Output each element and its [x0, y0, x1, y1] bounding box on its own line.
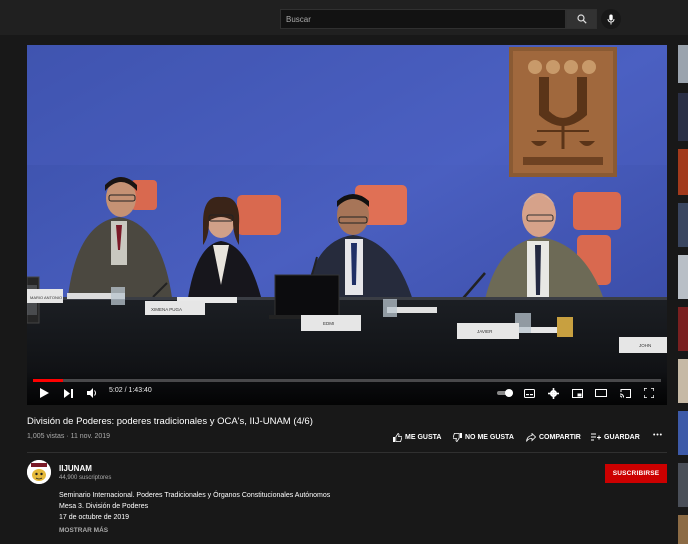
voice-search-button[interactable] — [601, 9, 621, 29]
video-frame: MARIO ANTONIO XIMENA PUGA EDMI JAVIER JO… — [27, 45, 667, 405]
recommendation-thumbnail[interactable] — [678, 411, 688, 455]
autoplay-toggle[interactable] — [495, 386, 515, 400]
volume-icon — [86, 388, 96, 398]
recommendation-thumbnail[interactable] — [678, 149, 688, 195]
fullscreen-icon — [644, 388, 654, 398]
description-line: Seminario Internacional. Poderes Tradici… — [59, 492, 331, 499]
video-title: División de Poderes: poderes tradicional… — [27, 416, 313, 427]
search-button[interactable] — [566, 9, 597, 29]
like-button[interactable]: ME GUSTA — [393, 433, 441, 442]
subscribe-button[interactable]: SUSCRIBIRSE — [605, 464, 667, 483]
nameplate-3: EDMI — [323, 321, 334, 326]
thumbs-down-icon — [453, 433, 462, 442]
laptop — [269, 274, 345, 319]
next-icon — [63, 388, 73, 398]
recommendations-strip[interactable] — [678, 45, 688, 544]
nameplate-4: JAVIER — [477, 329, 493, 334]
recommendation-thumbnail[interactable] — [678, 255, 688, 299]
emblem-logo — [509, 47, 617, 177]
show-more-button[interactable]: MOSTRAR MÁS — [59, 527, 108, 534]
share-button[interactable]: COMPARTIR — [526, 433, 581, 442]
share-icon — [526, 433, 536, 442]
miniplayer-icon — [571, 388, 583, 398]
channel-name[interactable]: IIJUNAM — [59, 464, 92, 473]
divider — [27, 452, 667, 453]
fullscreen-button[interactable] — [642, 386, 656, 400]
search-box[interactable] — [280, 9, 566, 29]
recommendation-thumbnail[interactable] — [678, 515, 688, 544]
channel-logo-icon — [27, 460, 51, 484]
recommendation-thumbnail[interactable] — [678, 203, 688, 247]
share-label: COMPARTIR — [539, 434, 581, 441]
theater-mode-icon — [595, 389, 607, 397]
cast-icon — [619, 388, 631, 398]
recommendation-thumbnail[interactable] — [678, 93, 688, 141]
nameplate-2: XIMENA PUGA — [151, 307, 182, 312]
recommendation-thumbnail[interactable] — [678, 307, 688, 351]
settings-button[interactable] — [546, 386, 560, 400]
search-icon — [576, 14, 587, 24]
miniplayer-button[interactable] — [570, 386, 584, 400]
video-meta: 1,005 vistas · 11 nov. 2019 — [27, 433, 111, 440]
microphone-icon — [607, 14, 615, 24]
search-input[interactable] — [281, 10, 565, 28]
masthead — [0, 0, 688, 35]
subscriber-count: 44,900 suscriptores — [59, 475, 112, 481]
captions-icon — [523, 388, 535, 398]
dislike-label: NO ME GUSTA — [465, 434, 514, 441]
recommendation-thumbnail[interactable] — [678, 463, 688, 507]
autoplay-toggle-icon — [497, 389, 513, 397]
time-display: 5:02 / 1:43:40 — [109, 387, 152, 394]
description-line: Mesa 3. División de Poderes — [59, 503, 149, 510]
play-button[interactable] — [37, 386, 51, 400]
recommendation-thumbnail[interactable] — [678, 359, 688, 403]
recommendation-thumbnail[interactable] — [678, 45, 688, 83]
gear-icon — [547, 387, 559, 399]
theater-button[interactable] — [594, 386, 608, 400]
video-player[interactable]: MARIO ANTONIO XIMENA PUGA EDMI JAVIER JO… — [27, 45, 667, 405]
next-button[interactable] — [61, 386, 75, 400]
dislike-button[interactable]: NO ME GUSTA — [453, 433, 514, 442]
channel-avatar[interactable] — [27, 460, 51, 484]
nameplate-1: MARIO ANTONIO — [30, 295, 62, 300]
more-actions-button[interactable] — [653, 433, 665, 436]
progress-played — [33, 379, 64, 382]
save-button[interactable]: GUARDAR — [591, 433, 640, 441]
progress-bar[interactable] — [33, 379, 661, 382]
description-line: 17 de octubre de 2019 — [59, 514, 130, 521]
save-label: GUARDAR — [604, 433, 640, 441]
like-label: ME GUSTA — [405, 434, 442, 441]
more-icon — [653, 433, 662, 436]
nameplate-5: JOHN — [639, 343, 651, 348]
playlist-add-icon — [591, 433, 601, 441]
volume-button[interactable] — [85, 386, 99, 400]
thumbs-up-icon — [393, 433, 402, 442]
captions-button[interactable] — [522, 386, 536, 400]
cast-button[interactable] — [618, 386, 632, 400]
play-icon — [39, 388, 49, 398]
